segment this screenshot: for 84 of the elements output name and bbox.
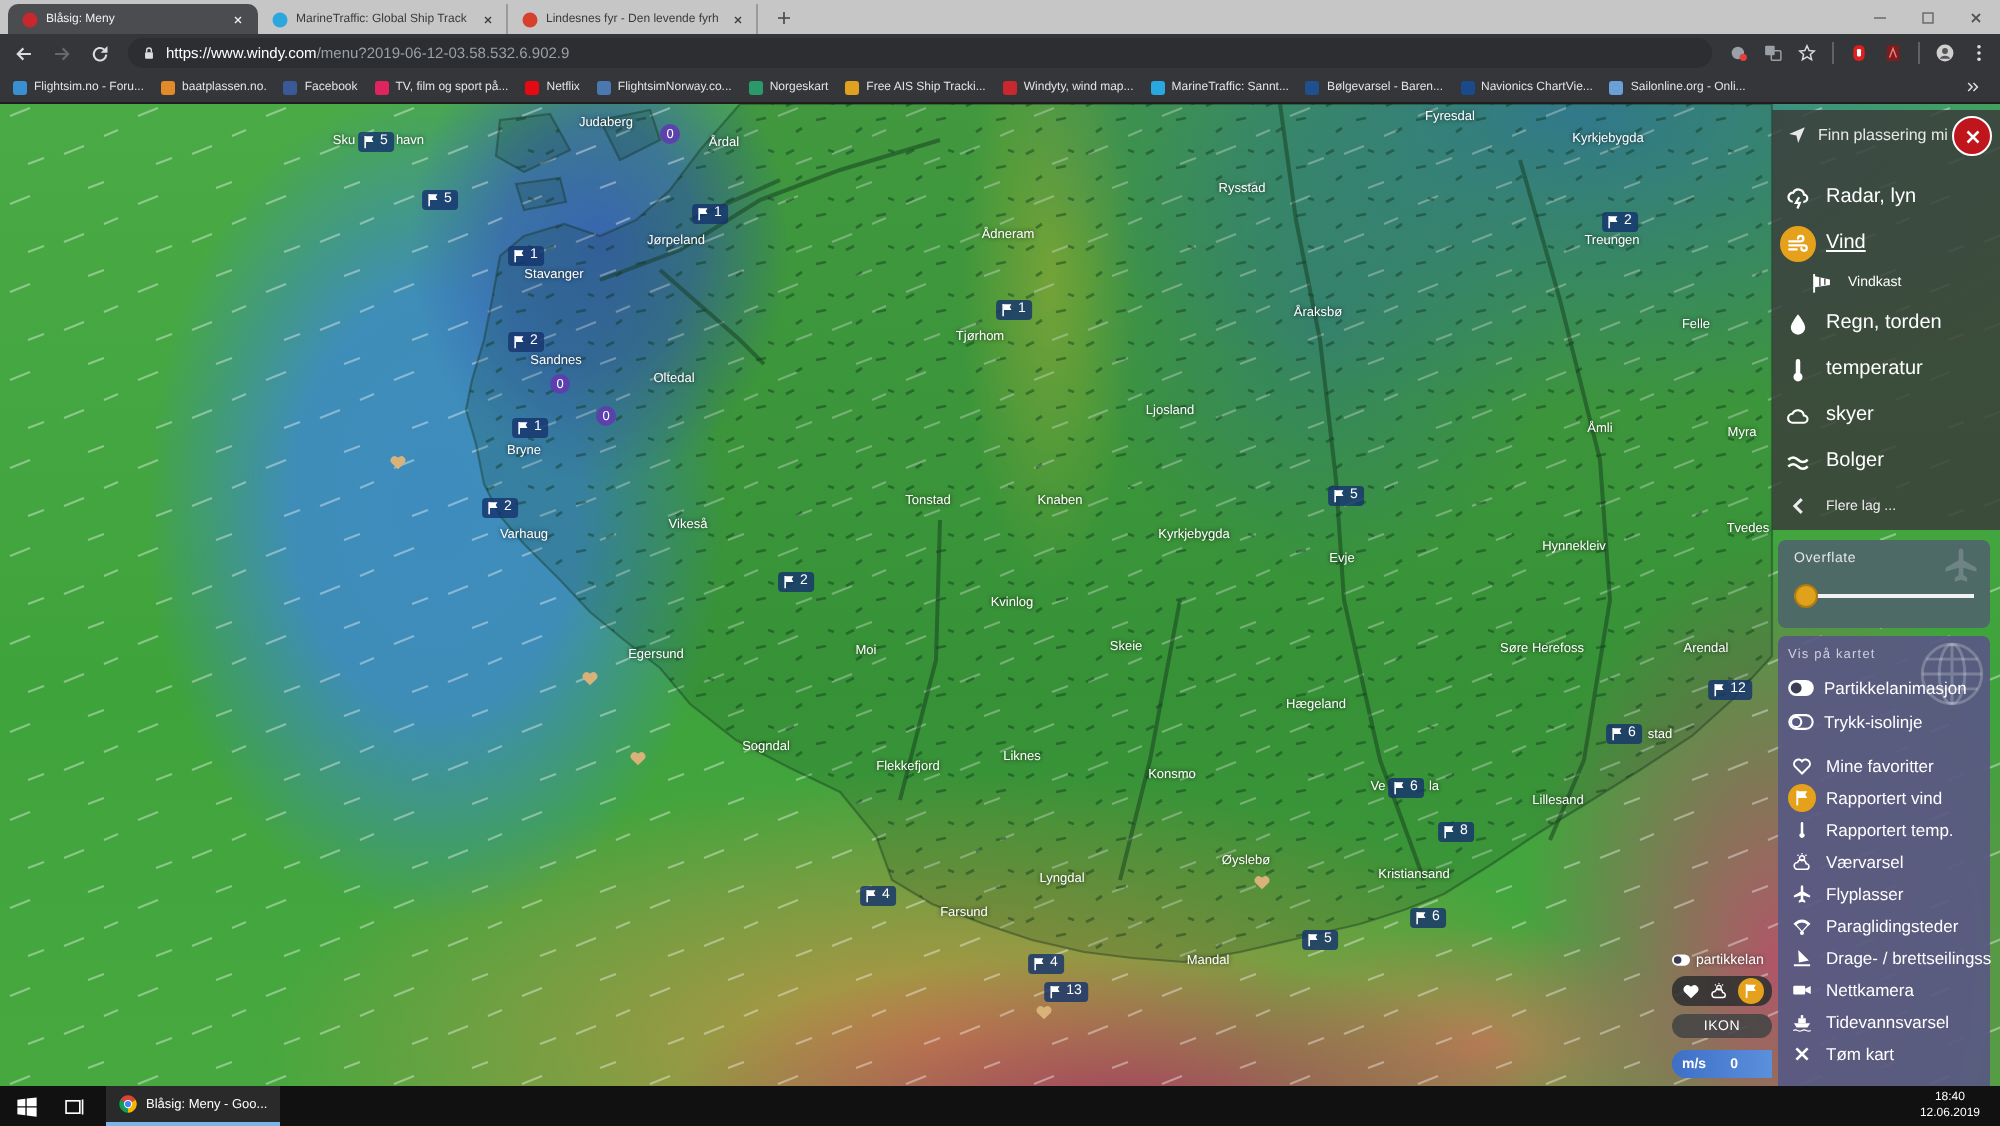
- close-icon[interactable]: [482, 13, 494, 25]
- flag-icon: [1414, 910, 1429, 926]
- heart-icon: [1792, 756, 1812, 776]
- heart-icon: [629, 749, 647, 767]
- close-icon[interactable]: [732, 13, 745, 25]
- overlay-menu-item[interactable]: Nettkamera: [1788, 974, 1990, 1006]
- layer-menu-item[interactable]: skyer: [1780, 392, 2000, 438]
- overlay-menu-item[interactable]: Flyplasser: [1788, 878, 1990, 910]
- overlay-menu-item[interactable]: Tøm kart: [1788, 1038, 1990, 1070]
- flag-icon: [512, 334, 527, 350]
- windsock-icon: [1810, 272, 1832, 294]
- wind-icon: [1780, 225, 1816, 261]
- close-icon: [1961, 125, 1983, 147]
- dot-badge-icon[interactable]: [1730, 44, 1748, 62]
- squares-icon[interactable]: [1764, 44, 1782, 62]
- double-chevron-icon[interactable]: [1966, 80, 1980, 94]
- locate-button[interactable]: Finn plassering mi: [1780, 110, 1948, 158]
- cloud-sun-icon: [1792, 852, 1812, 872]
- document-icon[interactable]: [1884, 44, 1902, 62]
- capsule-icon[interactable]: [1850, 44, 1868, 62]
- plus-icon[interactable]: [776, 10, 792, 26]
- app-logo-icon: [118, 1094, 138, 1114]
- overlay-menu-item[interactable]: Tidevannsvarsel: [1788, 1006, 1990, 1038]
- toggle-option[interactable]: Trykk-isolinje: [1788, 704, 1923, 738]
- overlay-menu-item[interactable]: Paraglidingsteder: [1788, 910, 1990, 942]
- heart-icon[interactable]: [1682, 982, 1700, 1000]
- flag-icon: [1032, 956, 1047, 972]
- task-view-icon[interactable]: [64, 1095, 86, 1117]
- flag-icon: [1712, 682, 1727, 698]
- ship-icon: [1792, 1012, 1812, 1032]
- overlay-menu-item[interactable]: Rapportert temp.: [1788, 814, 1990, 846]
- toggle-option[interactable]: Partikkelanimasjon: [1788, 670, 1967, 704]
- flag-icon: [516, 420, 531, 436]
- flag-icon: [864, 888, 879, 904]
- back-arrow-icon[interactable]: [14, 43, 34, 63]
- flag-icon: [362, 134, 377, 150]
- chevron-left-icon: [1788, 496, 1808, 516]
- heart-icon: [581, 669, 599, 687]
- flag-icon: [1442, 824, 1457, 840]
- flag-icon: [1332, 488, 1347, 504]
- layer-menu-item[interactable]: temperatur: [1780, 346, 2000, 392]
- overlay-menu-item[interactable]: Rapportert vind: [1788, 782, 1990, 814]
- avatar-icon[interactable]: [1936, 44, 1954, 62]
- windows-logo-icon[interactable]: [16, 1095, 38, 1117]
- heart-icon: [389, 453, 407, 471]
- heart-icon: [1035, 1003, 1053, 1021]
- layer-menu-item[interactable]: Regn, torden: [1780, 300, 2000, 346]
- flag-icon: [486, 500, 501, 516]
- flag-icon: [512, 248, 527, 264]
- flag-icon: [1306, 932, 1321, 948]
- airplane-icon: [1942, 546, 1980, 584]
- lock-icon: [142, 46, 156, 60]
- sail-icon: [1792, 948, 1812, 968]
- overlay-menu-item[interactable]: Værvarsel: [1788, 846, 1990, 878]
- heart-icon: [1253, 873, 1271, 891]
- flag-icon: [696, 206, 711, 222]
- overlay-menu-item[interactable]: Mine favoritter: [1788, 750, 1990, 782]
- camera-icon: [1792, 980, 1812, 1000]
- flag-icon: [1606, 214, 1621, 230]
- cloud-icon: [1786, 403, 1810, 427]
- location-arrow-icon: [1788, 125, 1806, 143]
- close-icon[interactable]: [1968, 9, 1984, 25]
- overlay-menu-item[interactable]: Drage- / brettseilingss: [1788, 942, 1990, 974]
- cloud-lightning-icon: [1786, 185, 1810, 209]
- flag-icon: [1048, 984, 1063, 1000]
- paraglider-icon: [1792, 916, 1812, 936]
- layer-menu-item[interactable]: Bolger: [1780, 438, 2000, 484]
- slider-thumb[interactable]: [1794, 584, 1818, 608]
- reload-icon[interactable]: [90, 43, 110, 63]
- layer-menu-item[interactable]: Radar, lyn: [1780, 174, 2000, 220]
- airplane-icon: [1792, 884, 1812, 904]
- cloud-sun-icon[interactable]: [1710, 982, 1728, 1000]
- flag-icon: [1000, 302, 1015, 318]
- star-icon[interactable]: [1798, 44, 1816, 62]
- flag-icon[interactable]: [1738, 978, 1764, 1004]
- flag-icon: [1788, 784, 1816, 812]
- raindrop-icon: [1786, 311, 1810, 335]
- flag-icon: [1392, 780, 1407, 796]
- cross-icon: [1792, 1044, 1812, 1064]
- close-button[interactable]: [1952, 116, 1992, 156]
- flag-icon: [1610, 726, 1625, 742]
- flag-icon: [426, 192, 441, 208]
- layer-menu-item[interactable]: Vind: [1780, 220, 2000, 266]
- flag-icon: [782, 574, 797, 590]
